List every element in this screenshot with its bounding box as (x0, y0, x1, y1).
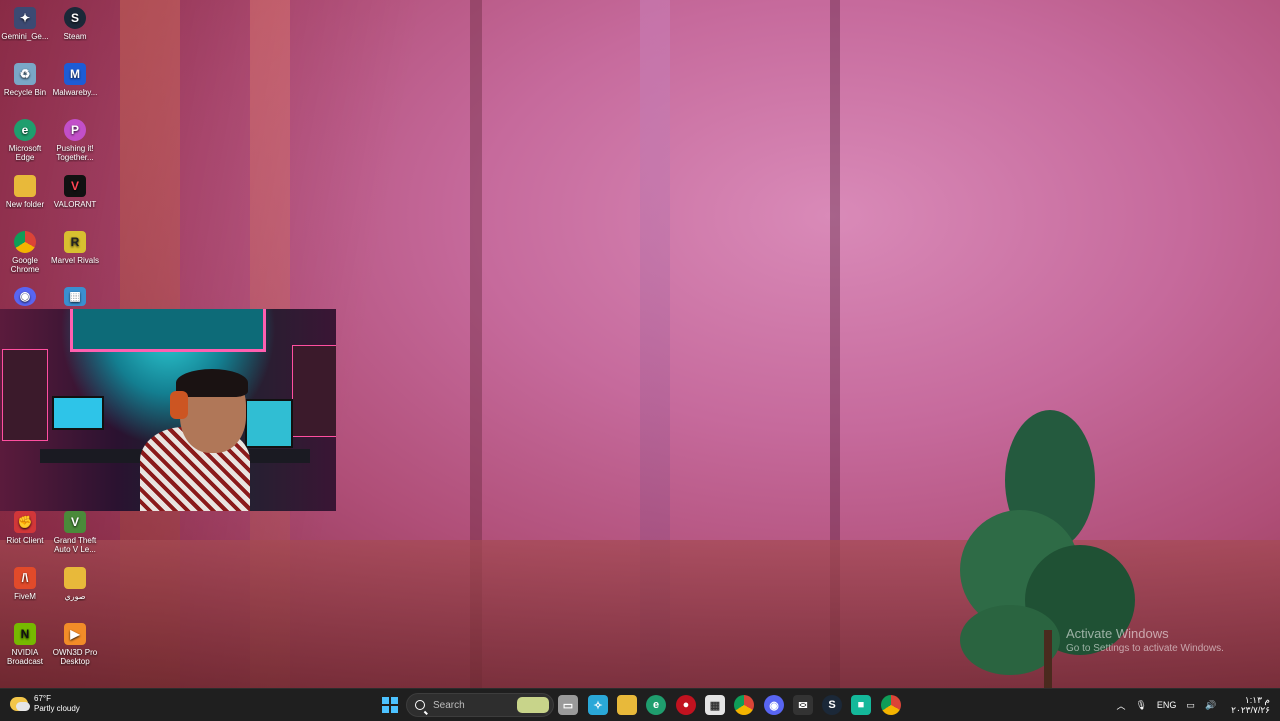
headset (170, 391, 188, 419)
desktop-icon-label: Riot Client (6, 536, 44, 545)
desktop-icon-label: NVIDIA Broadcast (6, 648, 44, 666)
watermark-title: Activate Windows (1066, 626, 1169, 641)
email-icon[interactable]: ✉ (793, 695, 813, 715)
pushing-it-icon: P (64, 119, 86, 141)
app-icon[interactable]: ■ (851, 695, 871, 715)
desktop-icon-new-folder[interactable]: New folder (0, 171, 50, 225)
room-shelf (2, 349, 48, 441)
partly-cloudy-icon (10, 697, 30, 711)
copilot-icon[interactable]: ✧ (588, 695, 608, 715)
search-highlight-image (517, 697, 549, 713)
steam-icon: S (64, 7, 86, 29)
desktop-icon-pictures-folder[interactable]: صوري (50, 563, 100, 617)
chevron-up-icon[interactable]: ︿ (1116, 699, 1125, 712)
microsoft-store-icon[interactable]: ▦ (705, 695, 725, 715)
start-button[interactable] (380, 695, 400, 715)
nvidia-broadcast-icon: N (14, 623, 36, 645)
weather-widget[interactable]: 67°F Partly cloudy (10, 694, 80, 714)
search-icon (415, 700, 425, 710)
chrome-icon[interactable] (734, 695, 754, 715)
webcam-overlay[interactable] (0, 309, 336, 511)
folder-icon (14, 175, 36, 197)
watermark-subtitle: Go to Settings to activate Windows. (1066, 643, 1224, 654)
desktop-icon-nvidia-broadcast[interactable]: N NVIDIA Broadcast (0, 619, 50, 673)
weather-temp: 67°F (34, 694, 51, 703)
desktop-icon-game-shortcut[interactable]: ▦ (50, 283, 100, 309)
desktop-icon-own3d[interactable]: ▶ OWN3D Pro Desktop (50, 619, 100, 673)
desktop-icon-label: Pushing it! Together... (56, 144, 94, 162)
marvel-rivals-icon: R (64, 231, 86, 253)
system-tray: ︿ 🎙 ENG ▭ 🔊 ۱:۱۳ م ۲۰۲۳/۷/۲۶ (1111, 689, 1280, 721)
desktop-icon-label: Steam (63, 32, 87, 41)
desktop-icon-pushing-it[interactable]: P Pushing it! Together... (50, 115, 100, 169)
desktop-icon-label: OWN3D Pro Desktop (52, 648, 98, 666)
riot-client-icon: ✊ (14, 511, 36, 533)
malwarebytes-icon: M (64, 63, 86, 85)
volume-icon[interactable]: 🔊 (1205, 700, 1216, 711)
game-shortcut-icon: ▦ (64, 287, 86, 306)
desktop-icon-malwarebytes[interactable]: M Malwareby... (50, 59, 100, 113)
desktop-icon-recycle-bin[interactable]: ♻ Recycle Bin (0, 59, 50, 113)
room-ceiling-light (70, 309, 266, 352)
desktop-icon-valorant[interactable]: V VALORANT (50, 171, 100, 225)
recycle-bin-icon: ♻ (14, 63, 36, 85)
desktop-icon-steam[interactable]: S Steam (50, 3, 100, 57)
desktop-icon-label: Malwareby... (52, 88, 98, 97)
discord-icon[interactable]: ◉ (764, 695, 784, 715)
edge-icon: e (14, 119, 36, 141)
own3d-icon: ▶ (64, 623, 86, 645)
desktop-icon-label: صوري (64, 592, 86, 601)
desktop-icon-fivem[interactable]: /\ FiveM (0, 563, 50, 617)
gemini-shortcut-icon: ✦ (14, 7, 36, 29)
desktop-icon-label: Grand Theft Auto V Le... (53, 536, 97, 554)
desktop-icon-label: VALORANT (53, 200, 97, 209)
desktop-icon-gemini[interactable]: ✦ Gemini_Ge... (0, 3, 50, 57)
gta-v-icon: V (64, 511, 86, 533)
folder-icon (64, 567, 86, 589)
desktop-icon-label: Marvel Rivals (50, 256, 99, 265)
desktop-icon-label: New folder (5, 200, 45, 209)
windows-logo-icon (382, 697, 398, 713)
search-placeholder: Search (433, 699, 465, 711)
clock-date: ۲۰۲۳/۷/۲۶ (1231, 705, 1270, 715)
record-app-icon[interactable]: ● (676, 695, 696, 715)
file-explorer-icon[interactable] (617, 695, 637, 715)
desktop-icon-label: Gemini_Ge... (1, 32, 49, 41)
clock-time: ۱:۱۳ م (1244, 695, 1270, 705)
chrome-icon[interactable] (881, 695, 901, 715)
desktop-icon-label: Google Chrome (10, 256, 40, 274)
fivem-icon: /\ (14, 567, 36, 589)
discord-icon: ◉ (14, 287, 36, 306)
desktop-icon-gta-v[interactable]: V Grand Theft Auto V Le... (50, 507, 100, 561)
clock[interactable]: ۱:۱۳ م ۲۰۲۳/۷/۲۶ (1226, 695, 1275, 715)
task-view-icon[interactable]: ▭ (558, 695, 578, 715)
desktop-icon-label: Recycle Bin (3, 88, 47, 97)
edge-icon[interactable]: e (646, 695, 666, 715)
taskbar: 67°F Partly cloudy Search ▭ ✧ e ● ▦ ◉ ✉ … (0, 688, 1280, 721)
desktop-icon-marvel-rivals[interactable]: R Marvel Rivals (50, 227, 100, 281)
desktop-icon-label: FiveM (14, 592, 36, 601)
microphone-icon[interactable]: 🎙 (1135, 700, 1146, 711)
desktop-icon-riot-client[interactable]: ✊ Riot Client (0, 507, 50, 561)
network-icon[interactable]: ▭ (1186, 700, 1195, 711)
search-box[interactable]: Search (406, 693, 554, 717)
weather-desc: Partly cloudy (34, 704, 80, 713)
activate-windows-watermark: Activate Windows Go to Settings to activ… (1066, 626, 1224, 654)
room-monitor (52, 396, 104, 430)
chrome-icon (14, 231, 36, 253)
input-language[interactable]: ENG (1157, 700, 1177, 710)
room-shelf (292, 345, 336, 437)
steam-icon[interactable]: S (822, 695, 842, 715)
room-monitor (245, 399, 293, 448)
desktop-icon-discord[interactable]: ◉ (0, 283, 50, 309)
desktop-icon-chrome[interactable]: Google Chrome (0, 227, 50, 281)
desktop-icon-edge[interactable]: e Microsoft Edge (0, 115, 50, 169)
desktop-icon-label: Microsoft Edge (8, 144, 42, 162)
valorant-icon: V (64, 175, 86, 197)
